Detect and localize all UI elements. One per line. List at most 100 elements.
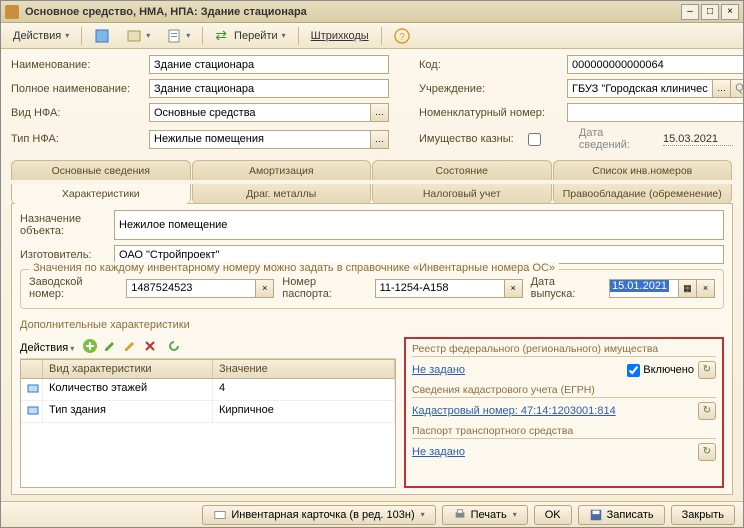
- release-input[interactable]: 15.01.2021: [609, 279, 679, 298]
- reestr-history-button[interactable]: ↻: [698, 361, 716, 379]
- inst-select-button[interactable]: …: [713, 79, 731, 98]
- infodate-value[interactable]: 15.03.2021: [663, 133, 733, 146]
- tab-inv-list[interactable]: Список инв.номеров: [553, 160, 733, 180]
- included-checkbox-label[interactable]: Включено: [627, 364, 694, 377]
- reestr-notset-link[interactable]: Не задано: [412, 364, 465, 376]
- dop-right-panel: Реестр федерального (регионального) имущ…: [404, 337, 724, 488]
- inst-open-button[interactable]: Q: [731, 79, 743, 98]
- dop-grid[interactable]: Вид характеристики Значение Количество э…: [20, 359, 396, 488]
- save-button[interactable]: Записать: [578, 505, 665, 525]
- tipnfa-label: Тип НФА:: [11, 133, 141, 145]
- row-name: Тип здания: [43, 401, 213, 422]
- factory-label: Заводской номер:: [29, 276, 118, 300]
- main-window: Основное средство, НМА, НПА: Здание стац…: [0, 0, 744, 528]
- dop-actions-menu[interactable]: Действия: [20, 342, 74, 354]
- grid-col-value[interactable]: Значение: [213, 360, 395, 378]
- vidnfa-label: Вид НФА:: [11, 107, 141, 119]
- table-row[interactable]: Количество этажей 4: [21, 379, 395, 401]
- delete-icon[interactable]: [142, 338, 158, 357]
- row-value: 4: [213, 379, 395, 400]
- factory-input[interactable]: [126, 279, 256, 298]
- app-icon: [5, 5, 19, 19]
- fullname-input[interactable]: [149, 79, 389, 98]
- grid-col-icon: [21, 360, 43, 378]
- main-toolbar: Действия ⇄ Перейти Штрихкоды ?: [1, 23, 743, 49]
- release-label: Дата выпуска:: [531, 276, 601, 300]
- treasury-label: Имущество казны:: [419, 133, 520, 145]
- pts-notset-link[interactable]: Не задано: [412, 446, 465, 458]
- edit-icon[interactable]: [102, 338, 118, 357]
- passport-label: Номер паспорта:: [282, 276, 366, 300]
- close-button[interactable]: ×: [721, 4, 739, 20]
- maker-label: Изготовитель:: [20, 249, 106, 261]
- tab-metals[interactable]: Драг. металлы: [192, 184, 372, 204]
- tab-characteristics[interactable]: Характеристики: [11, 184, 191, 204]
- inst-label: Учреждение:: [419, 83, 559, 95]
- tipnfa-select-button[interactable]: …: [371, 130, 389, 149]
- code-label: Код:: [419, 59, 559, 71]
- vidnfa-select-button[interactable]: …: [371, 103, 389, 122]
- factory-clear-button[interactable]: ×: [256, 279, 274, 298]
- purpose-label: Назначение объекта:: [20, 213, 106, 237]
- tb-icon-2[interactable]: [120, 26, 156, 46]
- actions-menu[interactable]: Действия: [7, 28, 75, 44]
- tab-content: Назначение объекта: Изготовитель: Значен…: [11, 203, 733, 495]
- refresh-icon[interactable]: [166, 338, 182, 357]
- window-title: Основное средство, НМА, НПА: Здание стац…: [25, 6, 681, 18]
- ok-button[interactable]: OK: [534, 505, 572, 525]
- infodate-label: Дата сведений:: [579, 127, 655, 151]
- add-icon[interactable]: [82, 338, 98, 357]
- nomen-label: Номенклатурный номер:: [419, 107, 559, 119]
- help-button[interactable]: ?: [388, 26, 416, 46]
- inv-fieldset: Значения по каждому инвентарному номеру …: [20, 269, 724, 309]
- row-value: Кирпичное: [213, 401, 395, 422]
- name-label: Наименование:: [11, 59, 141, 71]
- tabs-top: Основные сведения Амортизация Состояние …: [11, 160, 733, 180]
- release-calendar-button[interactable]: ▦: [679, 279, 697, 298]
- tipnfa-input[interactable]: [149, 130, 371, 149]
- dop-left-panel: Действия Вид характеристики Зна: [20, 337, 396, 488]
- titlebar: Основное средство, НМА, НПА: Здание стац…: [1, 1, 743, 23]
- vidnfa-input[interactable]: [149, 103, 371, 122]
- passport-input[interactable]: [375, 279, 505, 298]
- tab-state[interactable]: Состояние: [372, 160, 552, 180]
- tab-amort[interactable]: Амортизация: [192, 160, 372, 180]
- passport-clear-button[interactable]: ×: [505, 279, 523, 298]
- name-input[interactable]: [149, 55, 389, 74]
- inv-fieldset-title: Значения по каждому инвентарному номеру …: [29, 262, 559, 274]
- svg-text:?: ?: [399, 32, 405, 43]
- copy-icon[interactable]: [122, 338, 138, 357]
- grid-col-name[interactable]: Вид характеристики: [43, 360, 213, 378]
- close-footer-button[interactable]: Закрыть: [671, 505, 735, 525]
- row-name: Количество этажей: [43, 379, 213, 400]
- print-button[interactable]: Печать: [442, 505, 528, 525]
- pts-title: Паспорт транспортного средства: [412, 425, 716, 439]
- row-icon: [21, 401, 43, 422]
- treasury-checkbox[interactable]: [528, 133, 541, 146]
- tb-icon-3[interactable]: [160, 26, 196, 46]
- statusbar: Инвентарная карточка (в ред. 103н) Печат…: [1, 501, 743, 527]
- inst-input[interactable]: [567, 79, 713, 98]
- included-checkbox[interactable]: [627, 364, 640, 377]
- maximize-button[interactable]: □: [701, 4, 719, 20]
- reestr-title: Реестр федерального (регионального) имущ…: [412, 343, 716, 357]
- tb-icon-1[interactable]: [88, 26, 116, 46]
- tab-tax[interactable]: Налоговый учет: [372, 184, 552, 204]
- minimize-button[interactable]: –: [681, 4, 699, 20]
- barcodes-menu[interactable]: Штрихкоды: [305, 28, 375, 44]
- table-row[interactable]: Тип здания Кирпичное: [21, 401, 395, 423]
- inv-card-button[interactable]: Инвентарная карточка (в ред. 103н): [202, 505, 435, 525]
- goto-menu[interactable]: ⇄ Перейти: [209, 25, 291, 46]
- fullname-label: Полное наименование:: [11, 83, 141, 95]
- purpose-input[interactable]: [114, 210, 724, 240]
- dop-toolbar: Действия: [20, 337, 396, 359]
- kad-history-button[interactable]: ↻: [698, 402, 716, 420]
- release-clear-button[interactable]: ×: [697, 279, 715, 298]
- code-input[interactable]: [567, 55, 743, 74]
- kad-title: Сведения кадастрового учета (ЕГРН): [412, 384, 716, 398]
- pts-history-button[interactable]: ↻: [698, 443, 716, 461]
- nomen-input[interactable]: [567, 103, 743, 122]
- tab-main-info[interactable]: Основные сведения: [11, 160, 191, 180]
- tab-rights[interactable]: Правообладание (обременение): [553, 184, 733, 204]
- kad-link[interactable]: Кадастровый номер: 47:14:1203001:814: [412, 405, 616, 417]
